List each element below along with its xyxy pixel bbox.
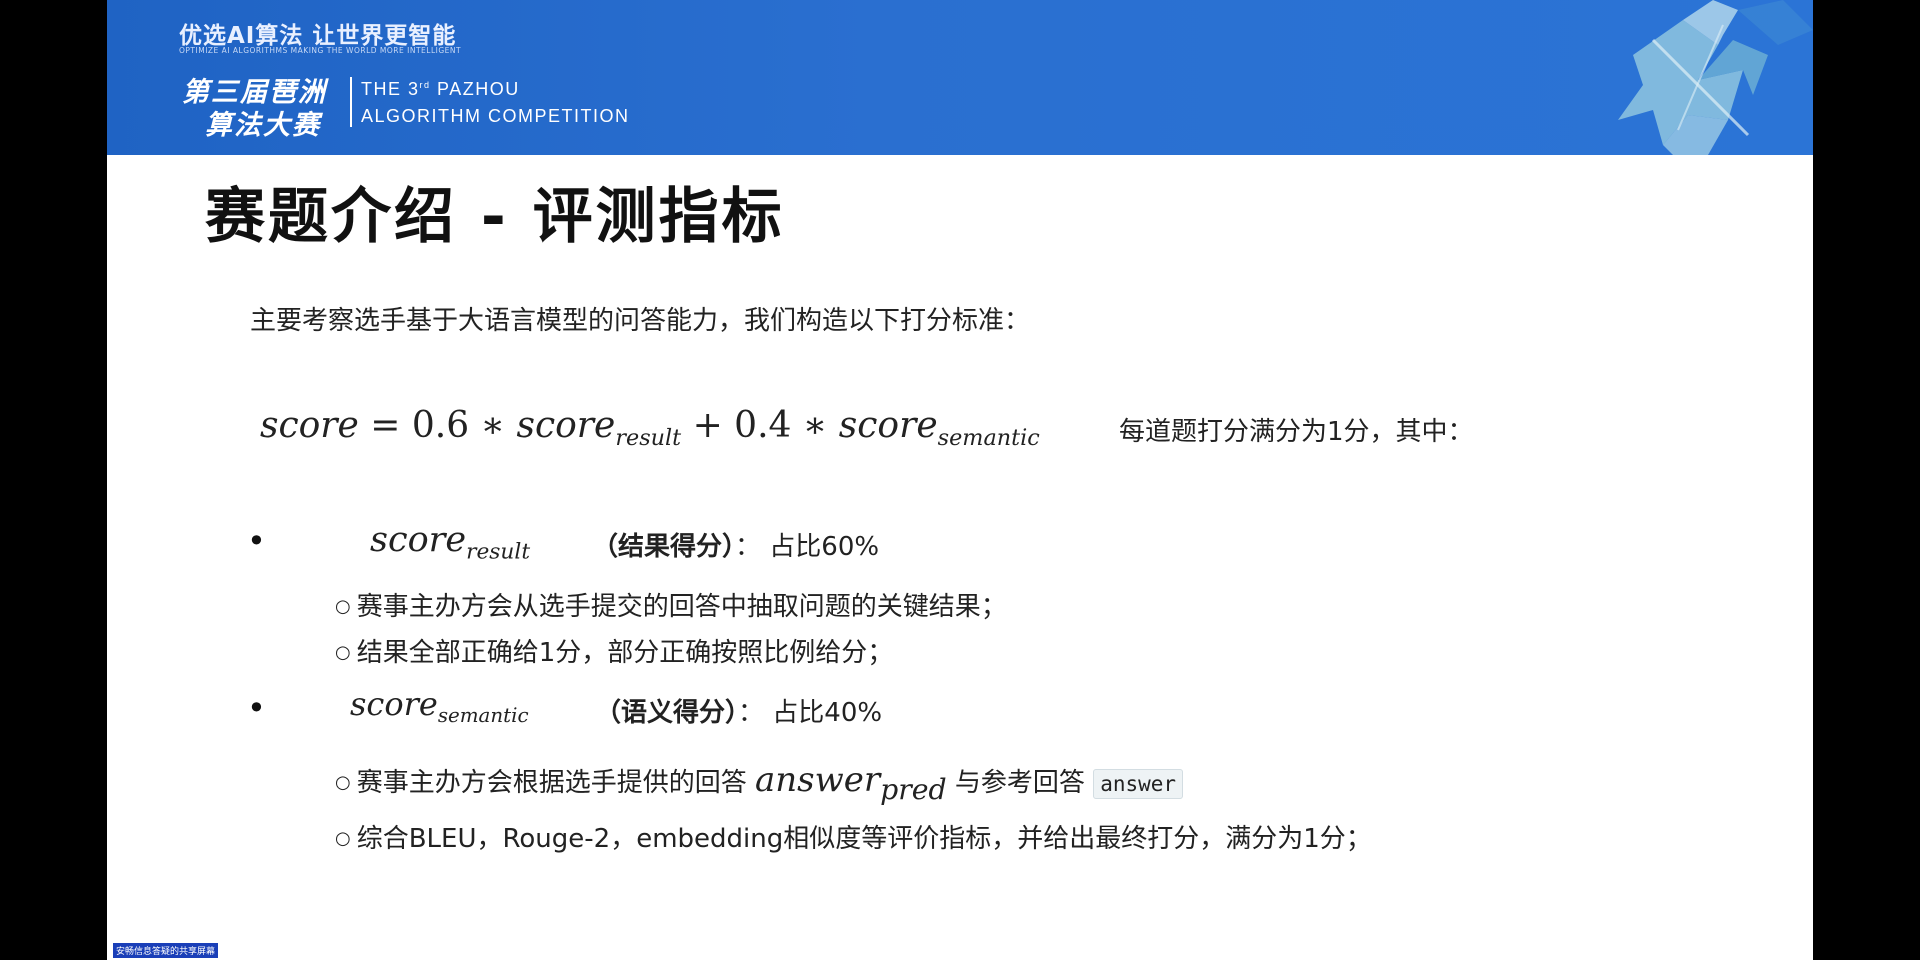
decorative-shard-graphic — [1618, 0, 1813, 155]
formula-note: 每道题打分满分为1分，其中： — [1119, 417, 1474, 447]
bullet-result-label: （结果得分）： 占比60% — [592, 532, 880, 562]
bullet-result-math: scoreresult — [370, 520, 531, 565]
hollow-circle-icon: ○ — [335, 642, 351, 663]
title-divider — [350, 77, 352, 127]
sub-item-semantic-1: ○ 赛事主办方会根据选手提供的回答 answerpred 与参考回答 answer — [335, 760, 1184, 806]
competition-title-cn-line2: 算法大赛 — [205, 110, 321, 141]
bullet-dot-icon: • — [247, 522, 266, 560]
header-banner: 优选AI算法 让世界更智能 OPTIMIZE AI ALGORITHMS MAK… — [107, 0, 1813, 155]
slogan: 优选AI算法 让世界更智能 — [179, 23, 457, 49]
hollow-circle-icon: ○ — [335, 596, 351, 617]
hollow-circle-icon: ○ — [335, 828, 351, 849]
hollow-circle-icon: ○ — [335, 772, 351, 793]
slide-title: 赛题介绍 - 评测指标 — [205, 182, 785, 252]
screen-share-badge[interactable]: 安畅信息答疑的共享屏幕 — [113, 943, 219, 958]
reference-answer-code: answer — [1093, 769, 1184, 799]
sub-item-result-2: ○ 结果全部正确给1分，部分正确按照比例给分； — [335, 638, 894, 668]
bullet-semantic-label: （语义得分）： 占比40% — [595, 698, 883, 728]
bullet-semantic-math: scoresemantic — [350, 685, 529, 727]
sub-item-semantic-2: ○ 综合BLEU，Rouge-2，embedding相似度等评价指标，并给出最终打… — [335, 824, 1372, 854]
bullet-dot-icon: • — [247, 689, 266, 727]
slogan-english: OPTIMIZE AI ALGORITHMS MAKING THE WORLD … — [179, 46, 462, 55]
intro-text: 主要考察选手基于大语言模型的问答能力，我们构造以下打分标准： — [250, 306, 1031, 336]
competition-title-en-line1: THE 3rd PAZHOU — [361, 79, 520, 99]
slide-canvas: 优选AI算法 让世界更智能 OPTIMIZE AI ALGORITHMS MAK… — [107, 0, 1813, 960]
competition-title-en-line2: ALGORITHM COMPETITION — [361, 106, 630, 126]
score-formula: score = 0.6 ∗ scoreresult + 0.4 ∗ scores… — [260, 405, 1040, 451]
sub-item-result-1: ○ 赛事主办方会从选手提交的回答中抽取问题的关键结果； — [335, 592, 1007, 622]
